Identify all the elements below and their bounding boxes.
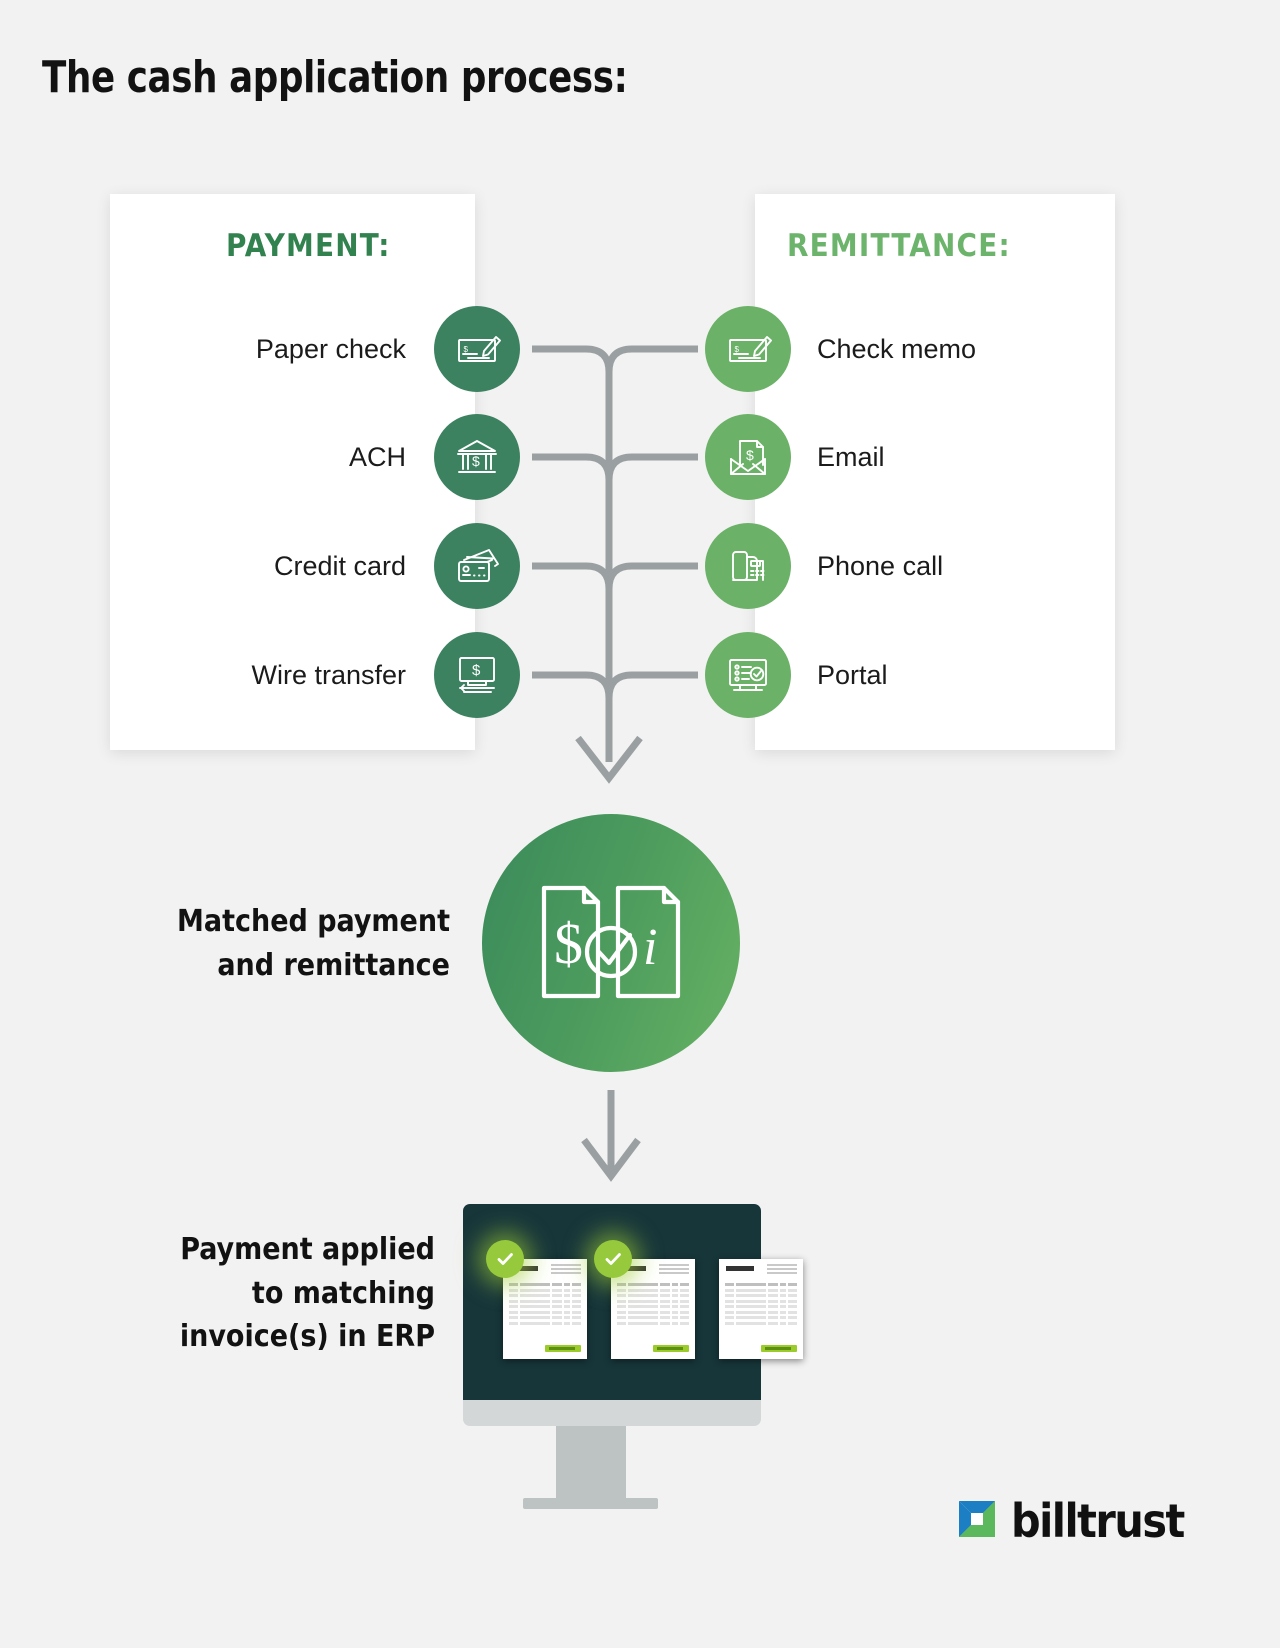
- payment-label-paper-check: Paper check: [255, 333, 406, 364]
- monitor-stand-neck: [556, 1426, 626, 1504]
- remittance-label-email: Email: [817, 441, 885, 472]
- page-title: The cash application process:: [42, 52, 628, 103]
- bank-dollar-icon: $: [434, 414, 520, 500]
- credit-cards-icon: [434, 523, 520, 609]
- matched-step-label: Matched payment and remittance: [80, 900, 450, 987]
- applied-step-label: Payment applied to matching invoice(s) i…: [80, 1228, 435, 1359]
- billtrust-wordmark: billtrust: [1011, 1494, 1185, 1548]
- check-pencil-icon: $: [705, 306, 791, 392]
- remittance-row-phone-call: Phone call: [705, 523, 1085, 609]
- monitor-chin: [463, 1400, 761, 1426]
- payment-column-header: PAYMENT:: [226, 228, 391, 264]
- remittance-column-header: REMITTANCE:: [787, 228, 1011, 264]
- remittance-label-phone-call: Phone call: [817, 550, 944, 581]
- invoice-total-highlight: [653, 1345, 689, 1352]
- payment-row-ach: ACH $: [150, 414, 520, 500]
- erp-monitor-invoices-icon: [463, 1204, 803, 1534]
- monitor-checklist-icon: [705, 632, 791, 718]
- invoice-meta: [659, 1264, 689, 1276]
- payment-label-credit-card: Credit card: [273, 550, 406, 581]
- desk-phone-icon: [705, 523, 791, 609]
- svg-text:$: $: [472, 453, 480, 469]
- remittance-row-portal: Portal: [705, 632, 1085, 718]
- monitor-screen: [463, 1204, 803, 1400]
- payment-row-paper-check: Paper check $: [150, 306, 520, 392]
- monitor-stand-base: [523, 1498, 658, 1509]
- invoice-meta: [551, 1264, 581, 1276]
- monitor-dollar-transfer-icon: $: [434, 632, 520, 718]
- remittance-label-check-memo: Check memo: [817, 333, 977, 364]
- check-pencil-icon: $: [434, 306, 520, 392]
- billtrust-cube-icon: [955, 1497, 999, 1546]
- invoice-table: [725, 1283, 797, 1327]
- invoice-total-highlight: [761, 1345, 797, 1352]
- svg-text:$: $: [464, 345, 469, 354]
- matched-documents-check-icon: $ i: [482, 814, 740, 1072]
- svg-text:$: $: [554, 911, 583, 976]
- envelope-dollar-document-icon: $: [705, 414, 791, 500]
- svg-text:$: $: [735, 345, 740, 354]
- payment-label-wire-transfer: Wire transfer: [251, 659, 406, 690]
- remittance-row-email: $ Email: [705, 414, 1085, 500]
- invoice-meta: [767, 1264, 797, 1276]
- invoice-table: [617, 1283, 689, 1327]
- applied-label-line3: invoice(s) in ERP: [179, 1319, 435, 1354]
- applied-label-line1: Payment applied: [180, 1232, 435, 1267]
- svg-text:i: i: [643, 919, 657, 976]
- svg-text:$: $: [746, 447, 754, 463]
- invoice-total-highlight: [545, 1345, 581, 1352]
- matched-label-line2: and remittance: [217, 947, 450, 983]
- invoice-table: [509, 1283, 581, 1327]
- payment-row-wire-transfer: Wire transfer $: [150, 632, 520, 718]
- payment-row-credit-card: Credit card: [150, 523, 520, 609]
- svg-text:$: $: [472, 662, 481, 679]
- remittance-row-check-memo: $ Check memo: [705, 306, 1085, 392]
- applied-label-line2: to matching: [251, 1275, 435, 1311]
- remittance-label-portal: Portal: [817, 659, 888, 690]
- invoice-title-bar: [726, 1266, 754, 1271]
- matched-label-line1: Matched payment: [177, 904, 450, 939]
- matched-check-icon: [594, 1240, 632, 1278]
- payment-label-ach: ACH: [348, 441, 406, 472]
- billtrust-logo: billtrust: [955, 1494, 1185, 1548]
- invoice-document: [719, 1259, 803, 1359]
- matched-check-icon: [486, 1240, 524, 1278]
